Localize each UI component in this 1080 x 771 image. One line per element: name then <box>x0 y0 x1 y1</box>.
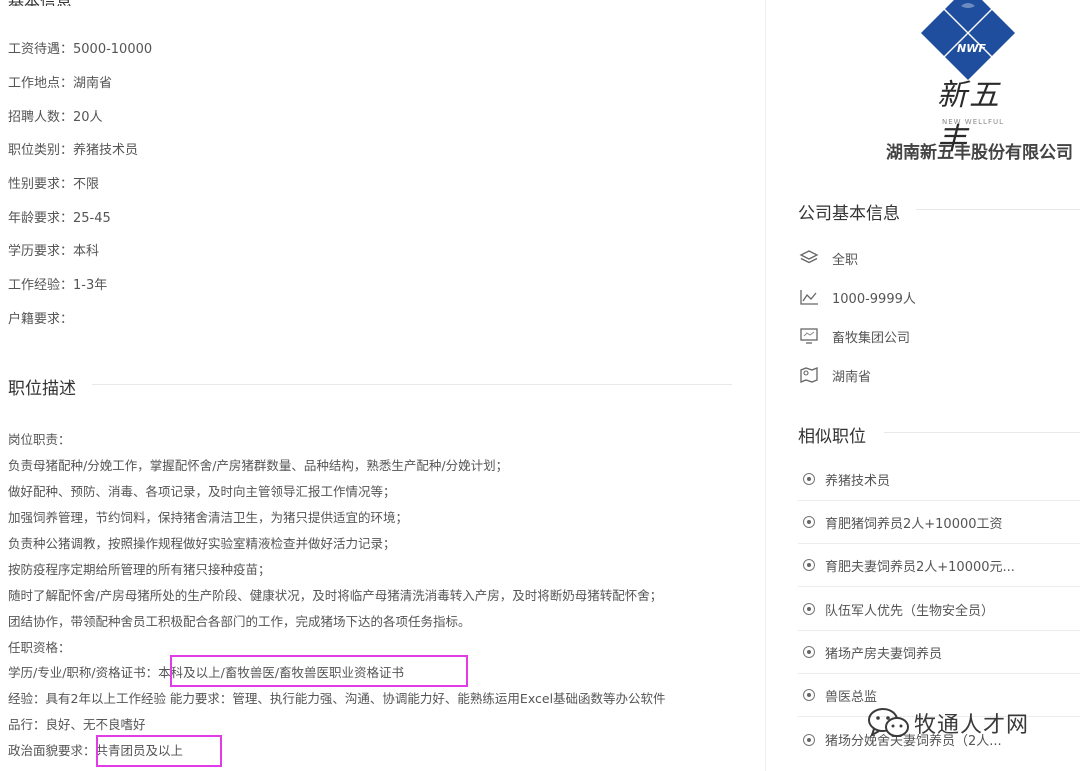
basic-item-label: 畜牧集团公司 <box>832 330 911 346</box>
highlight-box-political <box>96 735 222 767</box>
basic-item-size: 1000-9999人 <box>798 286 916 308</box>
basic-item-label: 湖南省 <box>832 369 872 385</box>
logo-diamonds-icon: NWF <box>921 0 1015 80</box>
desc-line: 任职资格： <box>8 640 71 655</box>
description-divider <box>92 384 732 385</box>
wechat-watermark: 牧通人才网 <box>866 706 1029 740</box>
education-row: 学历要求：本科 <box>8 244 100 259</box>
desc-line: 按防疫程序定期给所管理的所有猪只接种疫苗； <box>8 562 271 577</box>
desc-line: 负责母猪配种/分娩工作，掌握配怀舍/产房猪群数量、品种结构，熟悉生产配种/分娩计… <box>8 458 509 473</box>
map-icon <box>798 364 820 386</box>
company-sidebar: NWF 新五丰 NEW WELLFUL 湖南新五丰股份有限公司 公司基本信息 全… <box>766 0 1080 771</box>
similar-job-label: 猪场产房夫妻饲养员 <box>825 646 943 662</box>
basic-item-label: 全职 <box>832 252 859 268</box>
category-row: 职位类别：养猪技术员 <box>8 143 139 158</box>
similar-job-label: 育肥猪饲养员2人+10000工资 <box>825 516 1003 532</box>
company-logo[interactable]: NWF 新五丰 NEW WELLFUL <box>909 0 1027 157</box>
desc-line: 加强饲养管理，节约饲料，保持猪舍清洁卫生，为猪只提供适宜的环境； <box>8 510 409 525</box>
salary-row: 工资待遇：5000-10000 <box>8 42 153 57</box>
desc-line: 经验：具有2年以上工作经验 能力要求：管理、执行能力强、沟通、协调能力好、能熟练… <box>8 691 666 706</box>
desc-line: 随时了解配怀舍/产房母猪所处的生产阶段、健康状况，及时将临产母猪清洗消毒转入产房… <box>8 588 663 603</box>
similar-title-divider <box>884 432 1080 433</box>
bullet-icon <box>803 516 815 528</box>
job-detail-panel: 基本信息 工资待遇：5000-10000 工作地点：湖南省 招聘人数：20人 职… <box>0 0 740 771</box>
similar-job-label: 队伍军人优先（生物安全员） <box>825 603 995 619</box>
similar-job-item[interactable]: 队伍军人优先（生物安全员） <box>798 588 1080 631</box>
desc-line: 岗位职责： <box>8 432 71 447</box>
description-title: 职位描述 <box>8 379 76 399</box>
basic-item-type: 全职 <box>798 247 858 269</box>
cut-off-heading: 基本信息 <box>8 0 72 6</box>
similar-job-label: 育肥夫妻饲养员2人+10000元... <box>825 559 1015 575</box>
company-basic-title: 公司基本信息 <box>798 204 900 224</box>
desc-line: 负责种公猪调教，按照操作规程做好实验室精液检查并做好活力记录； <box>8 536 396 551</box>
similar-job-item[interactable]: 猪场产房夫妻饲养员 <box>798 631 1080 674</box>
gender-row: 性别要求：不限 <box>8 177 100 192</box>
wechat-icon <box>868 708 909 738</box>
similar-job-label: 兽医总监 <box>825 689 878 705</box>
logo-badge-text: NWF <box>957 42 986 55</box>
company-name[interactable]: 湖南新五丰股份有限公司 <box>886 138 1073 163</box>
desc-line: 做好配种、预防、消毒、各项记录，及时向主管领导汇报工作情况等； <box>8 484 396 499</box>
watermark-text: 牧通人才网 <box>914 713 1030 738</box>
logo-english-text: NEW WELLFUL <box>942 118 1004 126</box>
age-row: 年龄要求：25-45 <box>8 211 111 226</box>
similar-job-item[interactable]: 养猪技术员 <box>798 458 1080 501</box>
bullet-icon <box>803 689 815 701</box>
monitor-icon <box>798 325 820 347</box>
basic-title-divider <box>916 209 1080 210</box>
desc-line: 品行：良好、无不良嗜好 <box>8 717 146 732</box>
household-row: 户籍要求： <box>8 312 74 327</box>
basic-item-location: 湖南省 <box>798 364 871 386</box>
layers-icon <box>798 247 820 269</box>
similar-job-item[interactable]: 育肥夫妻饲养员2人+10000元... <box>798 544 1080 587</box>
location-row: 工作地点：湖南省 <box>8 76 113 91</box>
similar-jobs-title: 相似职位 <box>798 427 866 447</box>
experience-row: 工作经验：1-3年 <box>8 278 108 293</box>
chart-icon <box>798 286 820 308</box>
basic-item-industry: 畜牧集团公司 <box>798 325 910 347</box>
desc-line: 团结协作，带领配种舍员工积极配合各部门的工作，完成猪场下达的各项任务指标。 <box>8 614 471 629</box>
bullet-icon <box>803 646 815 658</box>
headcount-row: 招聘人数：20人 <box>8 110 103 125</box>
bullet-icon <box>803 733 815 746</box>
bullet-icon <box>803 559 815 571</box>
bullet-icon <box>803 603 815 615</box>
basic-item-label: 1000-9999人 <box>832 291 916 307</box>
highlight-box-certificate <box>170 655 468 687</box>
similar-job-item[interactable]: 育肥猪饲养员2人+10000工资 <box>798 501 1080 544</box>
similar-job-label: 养猪技术员 <box>825 473 891 489</box>
bullet-icon <box>803 473 815 485</box>
